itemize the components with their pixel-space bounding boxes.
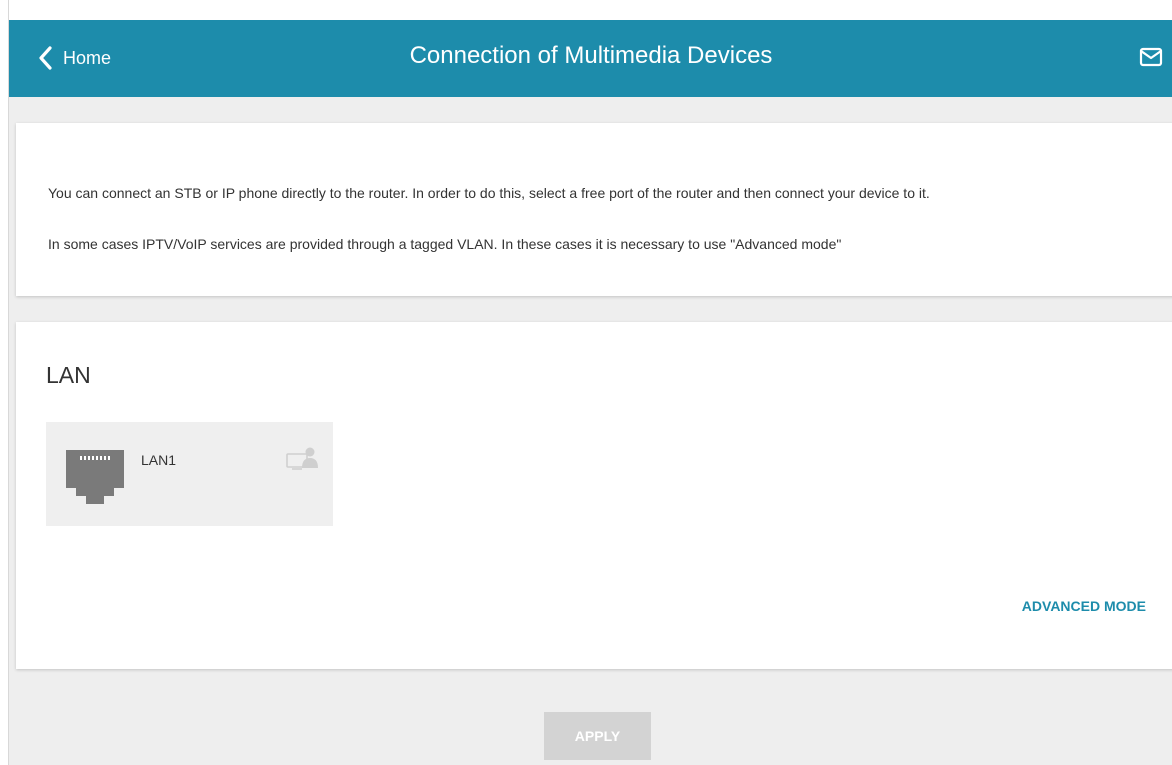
port-name: LAN1	[141, 452, 177, 468]
advanced-mode-button[interactable]: ADVANCED MODE	[1022, 598, 1146, 614]
app-frame: Home Connection of Multimedia Devices Yo…	[8, 0, 1172, 765]
ethernet-port-icon	[66, 450, 124, 504]
info-card: You can connect an STB or IP phone direc…	[16, 123, 1172, 296]
info-text-2: In some cases IPTV/VoIP services are pro…	[48, 236, 842, 252]
lan-card: LAN LAN1 ADVANCED MODE	[16, 322, 1172, 669]
top-bar: Home Connection of Multimedia Devices	[9, 0, 1172, 97]
media-device-icon	[286, 447, 318, 470]
info-text-1: You can connect an STB or IP phone direc…	[48, 185, 930, 201]
lan-port-tile[interactable]: LAN1	[46, 422, 333, 526]
apply-button[interactable]: APPLY	[544, 712, 651, 760]
lan-section-title: LAN	[46, 362, 91, 388]
page-title: Connection of Multimedia Devices	[409, 42, 773, 69]
mail-icon[interactable]	[1139, 46, 1163, 68]
